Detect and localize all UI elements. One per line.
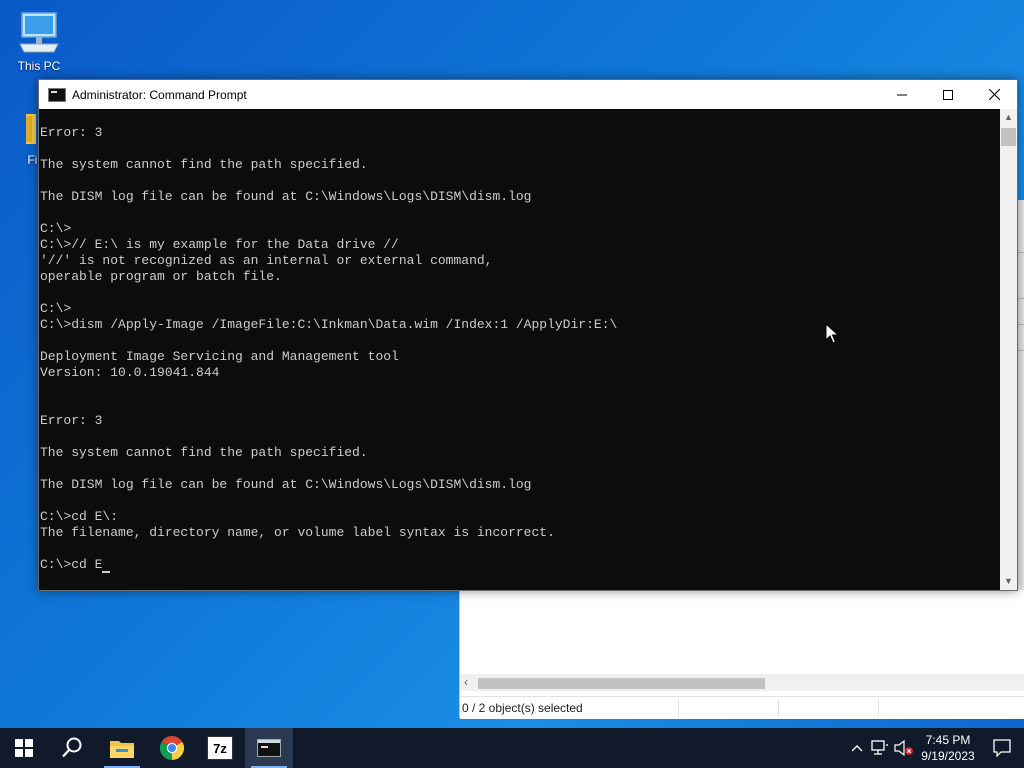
- console-line: Version: 10.0.19041.844: [40, 365, 220, 380]
- console-line: Deployment Image Servicing and Managemen…: [40, 349, 399, 364]
- command-prompt-window[interactable]: Administrator: Command Prompt Error: 3 Th…: [38, 79, 1018, 591]
- computer-icon: [19, 12, 59, 53]
- maximize-icon: [943, 89, 953, 100]
- console-line: C:\>: [40, 221, 72, 236]
- desktop-icon-this-pc[interactable]: This PC: [4, 10, 74, 73]
- console-line: operable program or batch file.: [40, 269, 282, 284]
- taskbar-app-chrome[interactable]: [148, 728, 196, 768]
- vertical-scrollbar[interactable]: ▲ ▼: [1000, 109, 1017, 590]
- action-center-icon: [993, 739, 1011, 757]
- taskbar-app-file-explorer[interactable]: [98, 728, 146, 768]
- search-icon: [62, 737, 82, 758]
- command-prompt-icon: [48, 87, 66, 102]
- console-line: C:\>cd E: [40, 557, 1001, 573]
- network-button[interactable]: [868, 740, 892, 756]
- 7zip-icon: 7z: [207, 736, 233, 760]
- console-line: C:\>// E:\ is my example for the Data dr…: [40, 237, 399, 252]
- scrollbar-thumb[interactable]: [478, 678, 765, 689]
- divider: [1017, 252, 1024, 253]
- divider: [778, 699, 779, 717]
- close-button[interactable]: [971, 80, 1017, 109]
- horizontal-scrollbar[interactable]: ‹: [460, 674, 1024, 691]
- taskbar: 7z 7:45 PM 9/19/2023: [0, 728, 1024, 768]
- console-line: Error: 3: [40, 413, 103, 428]
- start-button[interactable]: [0, 728, 48, 768]
- show-hidden-icons-button[interactable]: [846, 744, 868, 752]
- volume-muted-icon: [894, 740, 913, 756]
- text-cursor: [102, 571, 111, 573]
- divider: [878, 699, 879, 717]
- folder-icon: [26, 114, 36, 144]
- notifications-button[interactable]: [980, 739, 1024, 757]
- taskbar-app-7zip[interactable]: 7z: [196, 728, 244, 768]
- console-line: Error: 3: [40, 125, 103, 140]
- maximize-button[interactable]: [925, 80, 971, 109]
- volume-button[interactable]: [892, 740, 916, 756]
- command-prompt-icon: [257, 739, 281, 757]
- file-explorer-icon: [110, 741, 134, 758]
- console-line: The filename, directory name, or volume …: [40, 525, 555, 540]
- scrollbar-thumb[interactable]: [1001, 128, 1016, 146]
- chevron-up-icon: [851, 745, 863, 752]
- console-line: The DISM log file can be found at C:\Win…: [40, 189, 532, 204]
- system-tray: 7:45 PM 9/19/2023: [846, 728, 1024, 768]
- divider: [1017, 324, 1024, 325]
- title-bar[interactable]: Administrator: Command Prompt: [39, 80, 1017, 109]
- clock-date: 9/19/2023: [921, 749, 975, 763]
- status-bar: 0 / 2 object(s) selected: [460, 696, 1024, 719]
- mouse-pointer-icon: [825, 323, 839, 344]
- scroll-down-icon[interactable]: ▼: [1000, 573, 1017, 590]
- network-icon: [871, 740, 888, 755]
- taskbar-app-command-prompt[interactable]: [245, 728, 293, 768]
- console-line: C:\>cd E\:: [40, 509, 119, 524]
- console-line: C:\>: [40, 301, 72, 316]
- window-title: Administrator: Command Prompt: [72, 87, 247, 102]
- divider: [678, 699, 679, 717]
- search-button[interactable]: [48, 728, 96, 768]
- clock-button[interactable]: 7:45 PM 9/19/2023: [916, 732, 980, 764]
- scroll-up-icon[interactable]: ▲: [1000, 109, 1017, 126]
- scroll-left-icon[interactable]: ‹: [464, 674, 468, 691]
- status-text: 0 / 2 object(s) selected: [462, 701, 583, 715]
- minimize-button[interactable]: [879, 80, 925, 109]
- console-line: C:\>dism /Apply-Image /ImageFile:C:\Inkm…: [40, 317, 618, 332]
- desktop-icon-folder[interactable]: Fil: [0, 108, 40, 167]
- desktop-icon-label: Fil: [27, 153, 40, 167]
- console-line: The DISM log file can be found at C:\Win…: [40, 477, 532, 492]
- minimize-icon: [897, 94, 907, 95]
- console-line: '//' is not recognized as an internal or…: [40, 253, 493, 268]
- close-icon: [988, 89, 1000, 100]
- divider: [1017, 350, 1024, 351]
- chrome-icon: [160, 736, 184, 760]
- console-output[interactable]: Error: 3 The system cannot find the path …: [39, 109, 1001, 590]
- clock-time: 7:45 PM: [925, 733, 971, 747]
- 7zip-icon-text: 7z: [213, 740, 227, 756]
- console-line: The system cannot find the path specifie…: [40, 445, 368, 460]
- console-line: The system cannot find the path specifie…: [40, 157, 368, 172]
- divider: [1017, 298, 1024, 299]
- explorer-right-panel: [1017, 200, 1024, 590]
- desktop-icon-label: This PC: [17, 59, 61, 73]
- windows-logo-icon: [15, 739, 33, 757]
